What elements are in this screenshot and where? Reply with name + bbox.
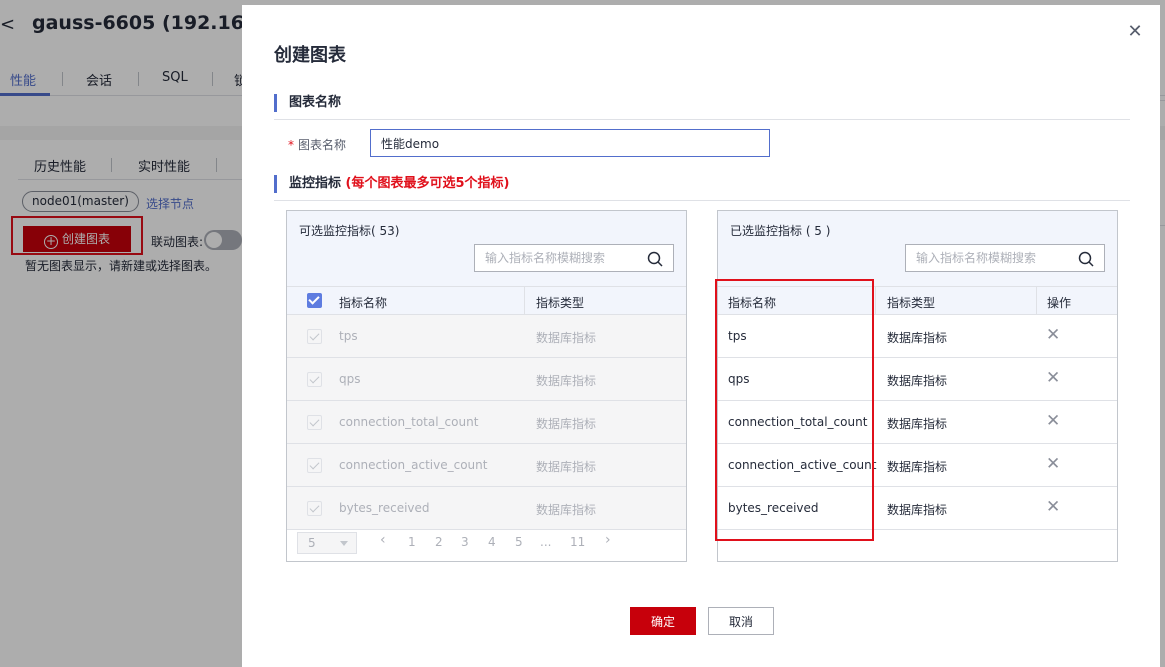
- metric-type: 数据库指标: [887, 374, 948, 388]
- metric-type: 数据库指标: [887, 460, 948, 474]
- section-chart-name: 图表名称: [274, 94, 341, 112]
- prev-page-icon[interactable]: ‹: [380, 532, 386, 548]
- name-column-highlight: [715, 279, 874, 541]
- create-chart-dialog: 创建图表 ✕ 图表名称 * 图表名称 监控指标 (每个图表最多可选5个指标) 可选…: [242, 5, 1160, 667]
- available-table-header: 指标名称 指标类型: [287, 286, 686, 315]
- metric-type: 数据库指标: [536, 417, 597, 431]
- remove-icon[interactable]: ✕: [1046, 413, 1060, 430]
- available-search-box: [474, 244, 674, 272]
- next-page-icon[interactable]: ›: [605, 532, 611, 548]
- column-separator: [1036, 287, 1037, 315]
- metric-type: 数据库指标: [536, 503, 597, 517]
- col-action: 操作: [1047, 296, 1072, 310]
- page-4[interactable]: 4: [488, 535, 496, 549]
- page-2[interactable]: 2: [435, 535, 443, 549]
- section-divider: [274, 119, 1130, 120]
- table-row[interactable]: connection_active_count 数据库指标: [287, 444, 686, 487]
- section-metrics-label: 监控指标: [289, 176, 342, 191]
- chart-name-label-text: 图表名称: [298, 138, 347, 152]
- confirm-button[interactable]: 确定: [630, 607, 696, 635]
- metric-name: bytes_received: [339, 501, 430, 515]
- remove-icon[interactable]: ✕: [1046, 327, 1060, 344]
- page-ellipsis[interactable]: ...: [540, 535, 551, 549]
- available-panel-header: 可选监控指标( 53): [287, 211, 686, 286]
- required-mark: *: [288, 138, 294, 152]
- pagination: 5 ‹ 1 2 3 4 5 ... 11 ›: [287, 526, 686, 556]
- dialog-title: 创建图表: [274, 45, 346, 66]
- col-metric-type[interactable]: 指标类型: [887, 294, 935, 311]
- search-icon[interactable]: [1078, 251, 1094, 267]
- page-5[interactable]: 5: [515, 535, 523, 549]
- page-11[interactable]: 11: [570, 535, 585, 549]
- table-row[interactable]: tps 数据库指标: [287, 315, 686, 358]
- remove-icon[interactable]: ✕: [1046, 456, 1060, 473]
- page-3[interactable]: 3: [461, 535, 469, 549]
- page-size-value: 5: [308, 536, 316, 550]
- column-separator: [524, 287, 525, 315]
- available-search-input[interactable]: [475, 245, 647, 271]
- chart-name-label: * 图表名称: [288, 136, 346, 153]
- page-1[interactable]: 1: [408, 535, 416, 549]
- metric-name: connection_active_count: [339, 458, 488, 472]
- table-row[interactable]: bytes_received 数据库指标: [287, 487, 686, 530]
- metric-type: 数据库指标: [536, 460, 597, 474]
- metric-type: 数据库指标: [887, 331, 948, 345]
- selected-metrics-title: 已选监控指标 ( 5 ): [730, 224, 831, 238]
- row-checkbox[interactable]: [307, 458, 322, 473]
- metric-name: connection_total_count: [339, 415, 479, 429]
- section-divider: [274, 200, 1130, 201]
- remove-icon[interactable]: ✕: [1046, 370, 1060, 387]
- metric-name: qps: [339, 372, 361, 386]
- chart-name-input[interactable]: [370, 129, 770, 157]
- page-size-select[interactable]: 5: [297, 532, 357, 554]
- select-all-checkbox[interactable]: [307, 293, 322, 308]
- close-icon[interactable]: ✕: [1126, 23, 1144, 41]
- selected-search-box: [905, 244, 1105, 272]
- row-checkbox[interactable]: [307, 415, 322, 430]
- search-icon[interactable]: [647, 251, 663, 267]
- chevron-down-icon: [340, 541, 348, 546]
- cancel-button[interactable]: 取消: [708, 607, 774, 635]
- remove-icon[interactable]: ✕: [1046, 499, 1060, 516]
- row-checkbox[interactable]: [307, 329, 322, 344]
- metric-type: 数据库指标: [887, 503, 948, 517]
- selected-search-input[interactable]: [906, 245, 1078, 271]
- table-row[interactable]: connection_total_count 数据库指标: [287, 401, 686, 444]
- col-metric-name[interactable]: 指标名称: [339, 294, 387, 311]
- selected-panel-header: 已选监控指标 ( 5 ): [718, 211, 1117, 286]
- column-separator: [875, 287, 876, 315]
- row-checkbox[interactable]: [307, 501, 322, 516]
- section-chart-name-label: 图表名称: [289, 95, 342, 110]
- row-checkbox[interactable]: [307, 372, 322, 387]
- available-metrics-panel: 可选监控指标( 53) 指标名称 指标类型 tps 数据库指标 qps 数据库指…: [286, 210, 687, 562]
- metric-type: 数据库指标: [887, 417, 948, 431]
- metric-type: 数据库指标: [536, 374, 597, 388]
- available-metrics-title: 可选监控指标( 53): [299, 224, 400, 238]
- section-monitor-metrics: 监控指标 (每个图表最多可选5个指标): [274, 175, 509, 193]
- metric-type: 数据库指标: [536, 331, 597, 345]
- col-metric-type[interactable]: 指标类型: [536, 294, 584, 311]
- table-row[interactable]: qps 数据库指标: [287, 358, 686, 401]
- metric-name: tps: [339, 329, 358, 343]
- section-metrics-hint: (每个图表最多可选5个指标): [345, 176, 510, 191]
